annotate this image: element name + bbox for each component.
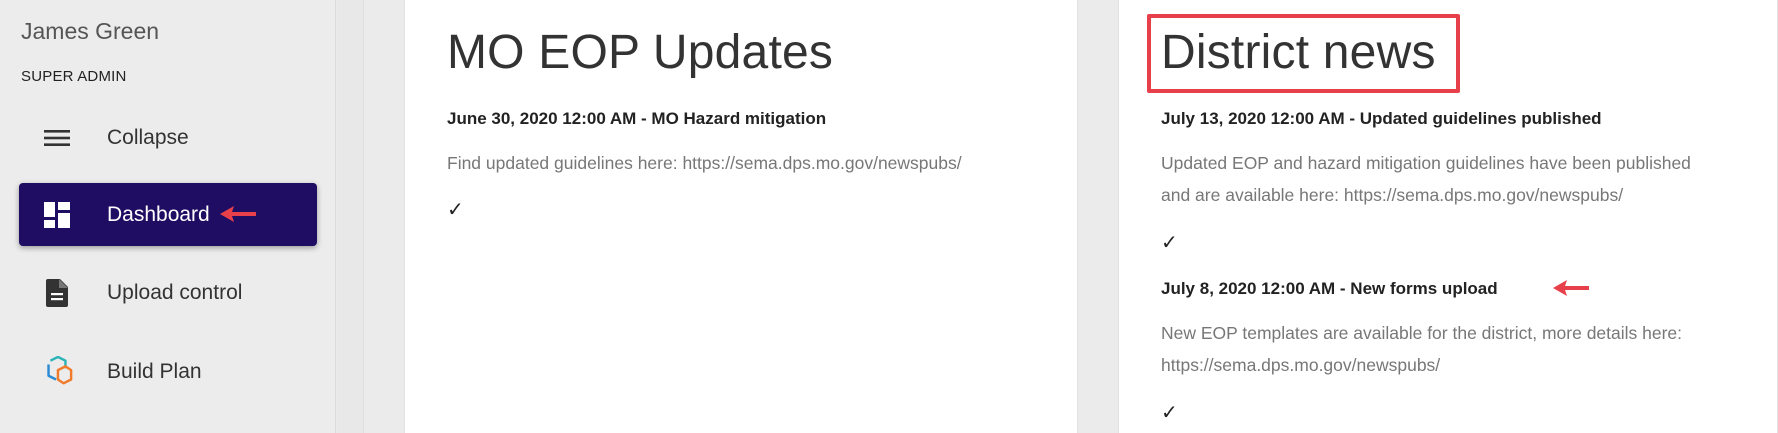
acknowledge-check-icon[interactable]: ✓: [1161, 400, 1178, 425]
user-role: SUPER ADMIN: [21, 68, 127, 85]
user-name: James Green: [21, 18, 160, 44]
sidebar-item-label: Collapse: [107, 125, 189, 149]
sidebar: James Green SUPER ADMIN Collapse Dashboa…: [0, 0, 336, 433]
sidebar-item-label: Dashboard: [107, 202, 210, 226]
news-body-line: New EOP templates are available for the …: [1161, 323, 1683, 343]
sidebar-item-label: Build Plan: [107, 359, 202, 383]
mo-eop-updates-card: MO EOP Updates June 30, 2020 12:00 AM - …: [404, 0, 1078, 433]
news-body-line: https://sema.dps.mo.gov/newspubs/: [1161, 355, 1441, 375]
dashboard-icon: [41, 199, 73, 231]
document-icon: [41, 277, 73, 309]
news-body: Find updated guidelines here: https://se…: [447, 153, 962, 173]
sidebar-item-dashboard[interactable]: Dashboard: [19, 183, 317, 246]
sidebar-item-label: Upload control: [107, 280, 243, 304]
news-body-line: and are available here: https://sema.dps…: [1161, 185, 1624, 205]
menu-icon: [41, 122, 73, 154]
sidebar-item-build-plan[interactable]: Build Plan: [19, 340, 317, 403]
app-window: James Green SUPER ADMIN Collapse Dashboa…: [0, 0, 1778, 433]
acknowledge-check-icon[interactable]: ✓: [447, 197, 464, 222]
card-title: MO EOP Updates: [447, 26, 834, 79]
news-heading: June 30, 2020 12:00 AM - MO Hazard mitig…: [447, 109, 827, 128]
news-heading: July 8, 2020 12:00 AM - New forms upload: [1161, 279, 1498, 298]
annotation-highlight-box: [1147, 14, 1460, 93]
acknowledge-check-icon[interactable]: ✓: [1161, 230, 1178, 255]
annotation-arrow-icon: [1553, 280, 1589, 296]
build-plan-logo-icon: [41, 355, 73, 388]
news-body-line: Updated EOP and hazard mitigation guidel…: [1161, 153, 1691, 173]
sidebar-item-upload-control[interactable]: Upload control: [19, 261, 317, 324]
content-gutter: [337, 0, 364, 433]
annotation-arrow-icon: [220, 206, 256, 222]
sidebar-item-collapse[interactable]: Collapse: [19, 106, 317, 169]
news-heading: July 13, 2020 12:00 AM - Updated guideli…: [1161, 109, 1602, 128]
